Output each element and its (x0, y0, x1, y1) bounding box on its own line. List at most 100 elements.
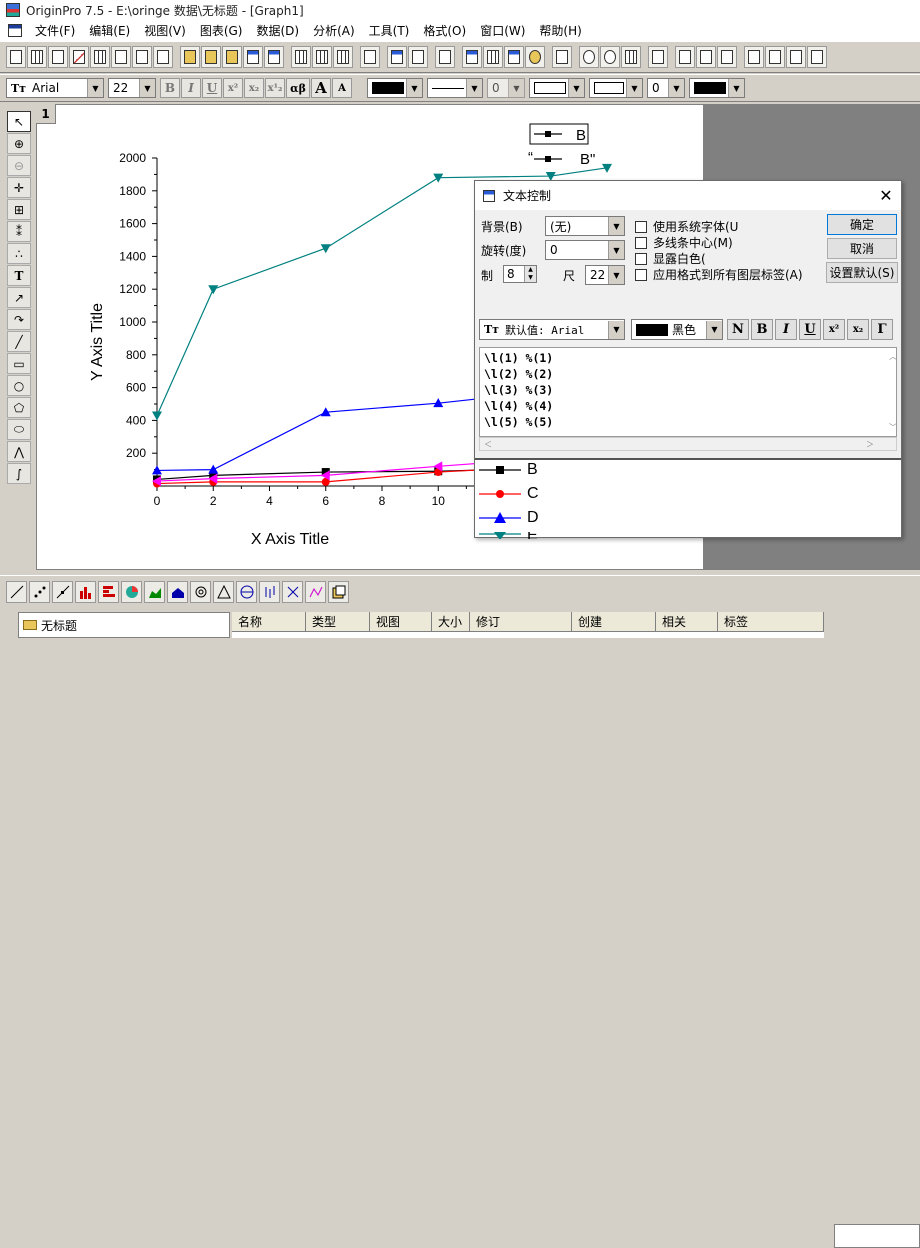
legend[interactable]: B B" “ (528, 123, 595, 168)
rotate-select[interactable]: 0 ▼ (545, 240, 625, 260)
zoom-plot-button[interactable] (305, 580, 326, 603)
chevron-down-icon[interactable]: ▼ (608, 320, 624, 339)
new-excel-button[interactable] (48, 46, 68, 68)
pointer-tool[interactable]: ↖ (7, 111, 31, 132)
scroll-right-icon[interactable]: ＞ (866, 439, 874, 450)
axis-full-button[interactable] (807, 46, 827, 68)
axis-box-button[interactable] (765, 46, 785, 68)
chevron-down-icon[interactable]: ▼ (668, 79, 684, 97)
high-low-button[interactable] (259, 580, 280, 603)
column-label[interactable]: 标签 (718, 612, 824, 632)
horizontal-scrollbar[interactable]: ＜＞ (479, 437, 897, 451)
data-point[interactable] (208, 285, 219, 295)
new-function-button[interactable] (111, 46, 131, 68)
italic-button[interactable]: I (181, 78, 201, 98)
dialog-italic-button[interactable]: I (775, 319, 797, 340)
layer-arrange-button[interactable] (696, 46, 716, 68)
pattern-color-select[interactable]: ▼ (589, 78, 643, 98)
x-axis-title[interactable]: X Axis Title (251, 531, 329, 548)
import-multiple-button[interactable] (312, 46, 332, 68)
scroll-down-icon[interactable]: ﹀ (889, 422, 897, 433)
circle-tool[interactable]: ○ (7, 375, 31, 396)
import-ascii-button[interactable] (291, 46, 311, 68)
dialog-greek-button[interactable]: Γ (871, 319, 893, 340)
chevron-down-icon[interactable]: ▼ (626, 79, 642, 97)
new-matrix-button[interactable] (90, 46, 110, 68)
zoom-whole-button[interactable] (621, 46, 641, 68)
dialog-underline-button[interactable]: U (799, 319, 821, 340)
column-modified[interactable]: 修订 (470, 612, 572, 632)
supsub-button[interactable]: x¹₂ (265, 78, 285, 98)
pie-chart-button[interactable] (121, 580, 142, 603)
column-dependents[interactable]: 相关 (656, 612, 718, 632)
chevron-down-icon[interactable]: ▼ (508, 79, 524, 97)
column-name[interactable]: 名称 (232, 612, 306, 632)
axis-frame-button[interactable] (786, 46, 806, 68)
dialog-font-select[interactable]: Tт 默认值: Arial ▼ (479, 319, 625, 340)
polygon-tool[interactable]: ⬠ (7, 397, 31, 418)
save-template-button[interactable] (264, 46, 284, 68)
rescale-button[interactable] (579, 46, 599, 68)
layer-merge-button[interactable] (717, 46, 737, 68)
save-button[interactable] (243, 46, 263, 68)
layer-manage-button[interactable] (675, 46, 695, 68)
tab-stepper[interactable]: 8 ▲ ▼ (503, 265, 537, 283)
column-created[interactable]: 创建 (572, 612, 656, 632)
spin-arrows-icon[interactable]: ▲ ▼ (524, 266, 536, 282)
curved-arrow-tool[interactable]: ↷ (7, 309, 31, 330)
polyline-tool[interactable]: ⋀ (7, 441, 31, 462)
smith-chart-button[interactable] (236, 580, 257, 603)
data-point[interactable] (152, 411, 162, 421)
scatter-plot-button[interactable] (29, 580, 50, 603)
arrow-tool[interactable]: ↗ (7, 287, 31, 308)
increase-font-button[interactable]: A (311, 78, 331, 98)
underline-button[interactable]: U (202, 78, 222, 98)
axis-l-button[interactable] (744, 46, 764, 68)
custom-routine-button[interactable] (525, 46, 545, 68)
text-control-dialog[interactable]: 文本控制 ✕ 背景(B) (无) ▼ 旋转(度) 0 ▼ 制 8 ▲ ▼ 尺 22… (474, 180, 902, 539)
dialog-color-select[interactable]: 黑色 ▼ (631, 319, 723, 340)
scroll-up-icon[interactable]: ︿ (889, 351, 897, 362)
line-plot-button[interactable] (6, 580, 27, 603)
chevron-down-icon[interactable]: ▼ (728, 79, 744, 97)
subscript-button[interactable]: x₂ (244, 78, 264, 98)
chevron-down-icon[interactable]: ▼ (706, 320, 722, 339)
folder-tree[interactable]: 无标题 (18, 612, 230, 638)
scroll-left-icon[interactable]: ＜ (484, 439, 492, 450)
column-type[interactable]: 类型 (306, 612, 370, 632)
dialog-superscript-button[interactable]: x² (823, 319, 845, 340)
line-color-select[interactable]: ▼ (367, 78, 423, 98)
ok-button[interactable]: 确定 (827, 214, 897, 235)
duplicate-button[interactable] (408, 46, 428, 68)
import-wizard-button[interactable] (333, 46, 353, 68)
chevron-down-icon[interactable]: ▼ (139, 79, 155, 97)
chevron-down-icon[interactable]: ▼ (608, 266, 624, 284)
explorer-side-panel[interactable] (834, 1224, 920, 1248)
data-reader-tool[interactable]: ⊞ (7, 199, 31, 220)
screen-reader-tool[interactable]: ✛ (7, 177, 31, 198)
fill-area-button[interactable] (167, 580, 188, 603)
menu-window[interactable]: 窗口(W) (473, 22, 532, 39)
zoom-in-tool[interactable]: ⊕ (7, 133, 31, 154)
pattern-select[interactable]: 0 ▼ (647, 78, 685, 98)
code-builder-button[interactable] (504, 46, 524, 68)
folder-name[interactable]: 无标题 (41, 617, 77, 634)
font-select[interactable]: Tт Arial ▼ (6, 78, 104, 98)
template-library-button[interactable] (328, 580, 349, 603)
apply-all-layers-checkbox[interactable]: 应用格式到所有图层标签(A) (635, 266, 803, 283)
menu-help[interactable]: 帮助(H) (532, 22, 588, 39)
menu-format[interactable]: 格式(O) (416, 22, 473, 39)
script-window-button[interactable] (483, 46, 503, 68)
menu-analysis[interactable]: 分析(A) (306, 22, 362, 39)
document-icon[interactable] (8, 24, 22, 37)
close-icon[interactable]: ✕ (871, 186, 901, 205)
freehand-tool[interactable]: ∫ (7, 463, 31, 484)
set-default-button[interactable]: 设置默认(S) (826, 262, 898, 283)
column-size[interactable]: 大小 (432, 612, 470, 632)
multiline-center-checkbox[interactable]: 多线条中心(M) (635, 234, 733, 251)
project-explorer-button[interactable] (435, 46, 455, 68)
y-axis-title[interactable]: Y Axis Title (89, 303, 106, 381)
chevron-down-icon[interactable]: ▼ (568, 79, 584, 97)
add-layer-button[interactable] (552, 46, 572, 68)
new-notes-button[interactable] (153, 46, 173, 68)
